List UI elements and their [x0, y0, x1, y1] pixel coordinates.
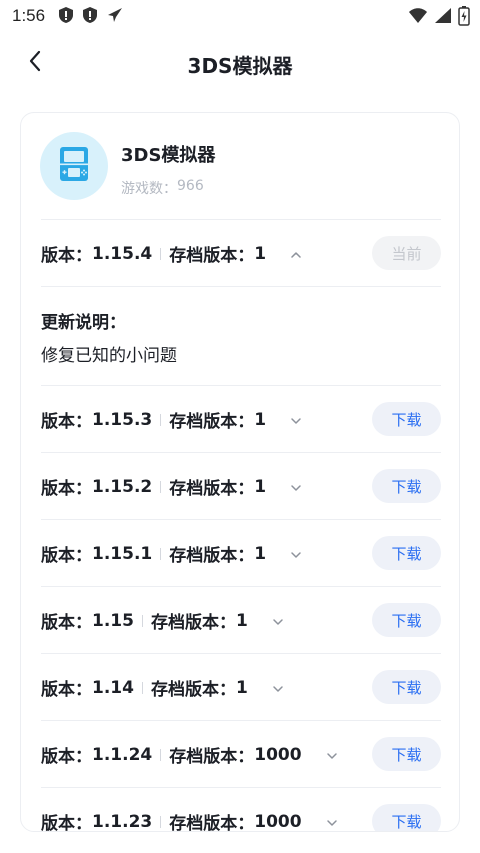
- chevron-down-icon[interactable]: [324, 815, 340, 831]
- save-version-prefix: 存档版本：: [169, 412, 255, 432]
- save-version-number: 1000: [254, 811, 302, 832]
- separator: [160, 815, 162, 828]
- version-row[interactable]: 版本： 1.1.23 存档版本： 1000 下载: [21, 788, 459, 832]
- version-info: 版本： 1.15 存档版本： 1: [41, 608, 286, 633]
- app-info: 3DS模拟器 游戏数： 966: [21, 113, 459, 219]
- version-number: 1.14: [92, 677, 134, 698]
- chevron-down-icon[interactable]: [270, 681, 286, 697]
- status-icons-right: [408, 6, 470, 30]
- shield-alert-icon: [58, 6, 74, 28]
- version-prefix: 版本：: [41, 814, 92, 832]
- airplane-icon: [106, 6, 124, 28]
- download-button[interactable]: 下载: [372, 603, 441, 637]
- update-notes-title: 更新说明：: [41, 313, 126, 333]
- save-version-number: 1: [235, 610, 248, 631]
- save-version-prefix: 存档版本：: [169, 814, 255, 832]
- version-info: 版本： 1.15.3 存档版本： 1: [41, 407, 304, 432]
- save-version-number: 1: [235, 677, 248, 698]
- download-button[interactable]: 下载: [372, 737, 441, 771]
- version-prefix: 版本：: [41, 613, 92, 633]
- version-prefix: 版本：: [41, 680, 92, 700]
- version-row[interactable]: 版本： 1.15.4 存档版本： 1 当前: [21, 220, 459, 286]
- version-prefix: 版本：: [41, 412, 92, 432]
- version-prefix: 版本：: [41, 747, 92, 767]
- separator: [141, 614, 143, 627]
- app-name: 3DS模拟器: [121, 145, 216, 166]
- download-button[interactable]: 下载: [372, 469, 441, 503]
- version-number: 1.15.4: [92, 243, 153, 264]
- separator: [160, 547, 162, 560]
- download-button[interactable]: 下载: [372, 402, 441, 436]
- save-version-prefix: 存档版本：: [169, 479, 255, 499]
- download-button[interactable]: 下载: [372, 804, 441, 831]
- version-number: 1.15.2: [92, 476, 153, 497]
- version-row[interactable]: 版本： 1.15 存档版本： 1 下载: [21, 587, 459, 653]
- chevron-down-icon[interactable]: [288, 480, 304, 496]
- cellular-signal-icon: [434, 7, 452, 29]
- version-card: 3DS模拟器 游戏数： 966 版本： 1.15.4 存档版本： 1 当前 更新说明：…: [20, 112, 460, 832]
- version-prefix: 版本：: [41, 479, 92, 499]
- update-notes-body: 修复已知的小问题: [41, 346, 177, 366]
- chevron-up-icon[interactable]: [288, 247, 304, 263]
- save-version-prefix: 存档版本：: [150, 613, 236, 633]
- separator: [160, 413, 162, 426]
- version-prefix: 版本：: [41, 246, 92, 266]
- version-number: 1.15.3: [92, 409, 153, 430]
- current-version-button: 当前: [372, 236, 441, 270]
- save-version-number: 1: [254, 476, 267, 497]
- save-version-number: 1: [254, 409, 267, 430]
- version-row[interactable]: 版本： 1.15.1 存档版本： 1 下载: [21, 520, 459, 586]
- separator: [160, 480, 162, 493]
- game-count-value: 966: [177, 178, 204, 194]
- status-icons-left: [58, 6, 124, 28]
- download-button[interactable]: 下载: [372, 536, 441, 570]
- wifi-icon: [408, 7, 428, 29]
- version-number: 1.15.1: [92, 543, 153, 564]
- battery-icon: [458, 6, 470, 30]
- save-version-number: 1: [254, 543, 267, 564]
- version-row[interactable]: 版本： 1.14 存档版本： 1 下载: [21, 654, 459, 720]
- version-number: 1.1.24: [92, 744, 153, 765]
- version-info: 版本： 1.1.24 存档版本： 1000: [41, 742, 340, 767]
- app-logo: [40, 132, 108, 200]
- update-notes: 更新说明： 修复已知的小问题: [41, 308, 441, 366]
- download-button[interactable]: 下载: [372, 670, 441, 704]
- save-version-prefix: 存档版本：: [150, 680, 236, 700]
- game-count: 游戏数： 966: [121, 178, 204, 198]
- game-count-label: 游戏数：: [121, 181, 177, 197]
- version-info: 版本： 1.15.2 存档版本： 1: [41, 474, 304, 499]
- version-row[interactable]: 版本： 1.15.3 存档版本： 1 下载: [21, 386, 459, 452]
- version-info: 版本： 1.15.4 存档版本： 1: [41, 241, 304, 266]
- chevron-down-icon[interactable]: [288, 547, 304, 563]
- save-version-prefix: 存档版本：: [169, 747, 255, 767]
- version-info: 版本： 1.14 存档版本： 1: [41, 675, 286, 700]
- save-version-number: 1000: [254, 744, 302, 765]
- version-info: 版本： 1.1.23 存档版本： 1000: [41, 809, 340, 832]
- chevron-down-icon[interactable]: [288, 413, 304, 429]
- version-row[interactable]: 版本： 1.1.24 存档版本： 1000 下载: [21, 721, 459, 787]
- separator: [160, 247, 162, 260]
- separator: [141, 681, 143, 694]
- version-info: 版本： 1.15.1 存档版本： 1: [41, 541, 304, 566]
- status-time: 1:56: [12, 6, 46, 25]
- status-bar: 1:56: [0, 0, 480, 32]
- version-number: 1.1.23: [92, 811, 153, 832]
- divider: [41, 286, 441, 287]
- save-version-number: 1: [254, 243, 267, 264]
- version-row[interactable]: 版本： 1.15.2 存档版本： 1 下载: [21, 453, 459, 519]
- shield-alert-icon: [82, 6, 98, 28]
- chevron-down-icon[interactable]: [324, 748, 340, 764]
- handheld-console-icon: [55, 145, 93, 187]
- chevron-down-icon[interactable]: [270, 614, 286, 630]
- page-title: 3DS模拟器: [187, 54, 293, 78]
- app-header: 3DS模拟器: [0, 32, 480, 94]
- save-version-prefix: 存档版本：: [169, 246, 255, 266]
- version-number: 1.15: [92, 610, 134, 631]
- separator: [160, 748, 162, 761]
- save-version-prefix: 存档版本：: [169, 546, 255, 566]
- version-prefix: 版本：: [41, 546, 92, 566]
